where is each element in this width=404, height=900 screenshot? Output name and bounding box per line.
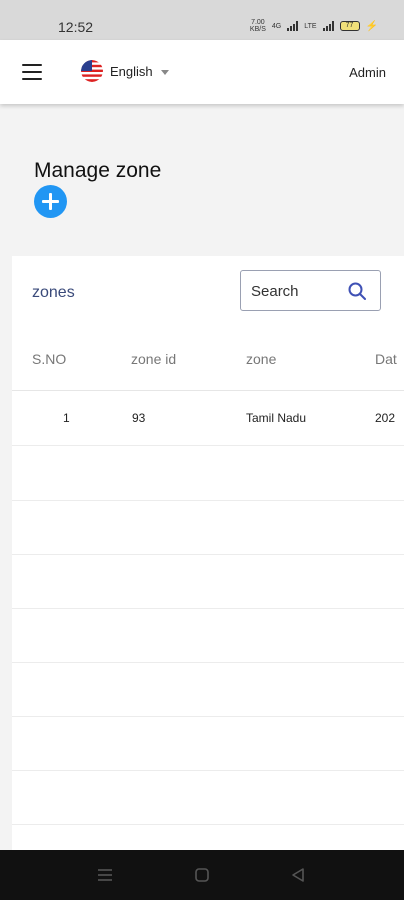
status-icons: 7.00 KB/S 4G LTE 77 ⚡ [250,19,378,33]
home-icon[interactable] [194,867,210,883]
empty-row [12,554,404,609]
table-header: S.NO zone id zone Dat [12,344,404,391]
signal-icon [287,21,299,31]
add-icon[interactable] [34,185,67,218]
empty-row [12,662,404,717]
signal-icon-2 [322,21,334,31]
battery-icon: 77 [339,21,360,31]
cell-date: 202 [375,411,396,425]
net-speed: 7.00 KB/S [249,19,266,33]
chevron-down-icon [160,69,169,75]
language-selector[interactable]: English [81,60,169,82]
cell-zone: Tamil Nadu [246,411,307,425]
cell-sno: 1 [63,411,70,425]
system-nav-bar [0,850,404,900]
column-header-sno[interactable]: S.NO [32,351,66,367]
empty-row [12,716,404,771]
status-bar: 12:52 7.00 KB/S 4G LTE 77 ⚡ [0,0,404,40]
status-time: 12:52 [58,19,94,35]
empty-row [12,446,404,501]
page-title: Manage zone [34,159,162,182]
column-header-zone[interactable]: zone [246,351,276,367]
zones-card: zones Search S.NO zone id zone Dat 1 93 … [12,256,404,850]
signal-type-2: LTE [304,22,317,30]
search-input[interactable]: Search [240,270,381,311]
user-menu[interactable]: Admin [349,65,386,80]
column-header-zone-id[interactable]: zone id [131,351,176,367]
language-label: English [110,63,153,79]
app-bar: English Admin [0,40,404,104]
search-placeholder: Search [251,283,299,300]
empty-row [12,608,404,663]
recents-icon[interactable] [96,867,114,883]
table-row[interactable]: 1 93 Tamil Nadu 202 [12,391,404,446]
empty-row [12,770,404,825]
column-header-date[interactable]: Dat [375,351,397,367]
charging-icon: ⚡ [365,20,378,32]
back-icon[interactable] [290,867,306,883]
table-title: zones [32,284,75,301]
us-flag-icon [81,60,103,82]
cell-zone-id: 93 [132,411,146,425]
empty-row [12,500,404,555]
search-icon[interactable] [348,282,366,300]
menu-icon[interactable] [22,64,42,80]
signal-type-1: 4G [271,22,282,30]
